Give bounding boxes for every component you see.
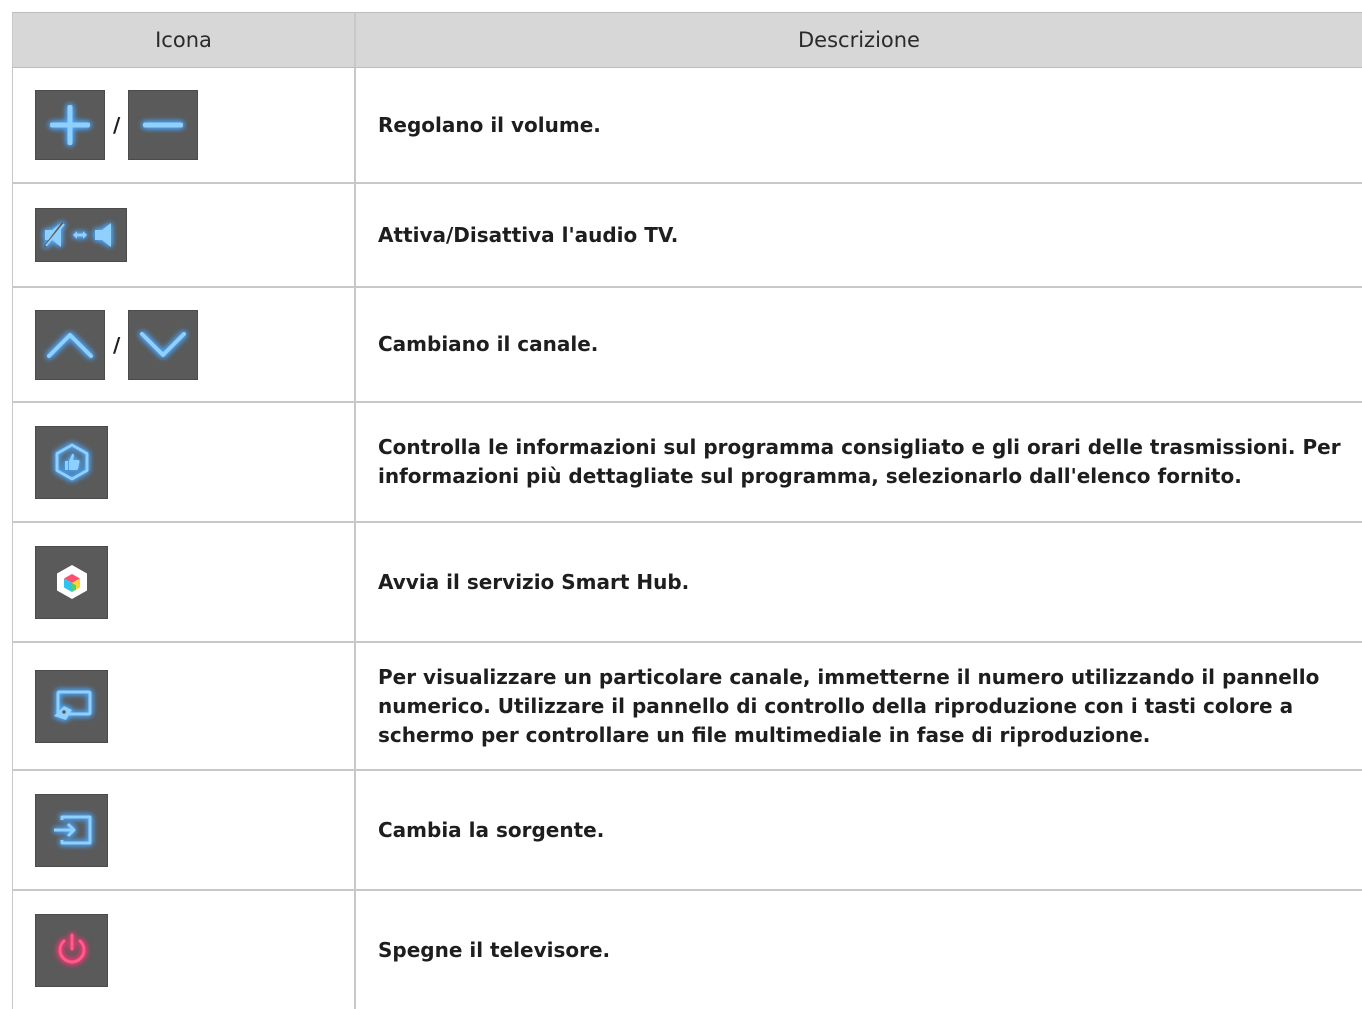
channel-up-button[interactable]	[35, 309, 105, 380]
icon-cell	[12, 403, 356, 521]
icon-cell	[12, 184, 356, 286]
volume-down-button[interactable]	[128, 90, 199, 160]
table-row: Spegne il televisore.	[12, 891, 1362, 1009]
plus-icon	[50, 105, 90, 145]
description-cell: Controlla le informazioni sul programma …	[378, 435, 1341, 488]
icon-cell: /	[12, 68, 356, 182]
chevron-up-icon	[47, 332, 93, 358]
numeric-panel-icon	[53, 690, 91, 720]
description-cell: Cambiano il canale.	[378, 332, 599, 356]
table-row: Cambia la sorgente.	[12, 771, 1362, 891]
description-cell: Cambia la sorgente.	[378, 817, 605, 842]
chevron-down-icon	[140, 331, 187, 357]
description-cell: Attiva/Disattiva l'audio TV.	[378, 222, 679, 247]
mute-button[interactable]	[35, 208, 127, 262]
description-cell: Avvia il servizio Smart Hub.	[378, 569, 690, 594]
table-row: Controlla le informazioni sul programma …	[12, 403, 1362, 523]
power-button[interactable]	[35, 913, 108, 987]
recommended-program-icon	[55, 443, 88, 481]
icon-cell	[12, 643, 356, 769]
recommended-button[interactable]	[35, 425, 108, 499]
icon-cell	[12, 771, 356, 889]
icon-description-table: Icona Descrizione / Regolano il volume.	[12, 12, 1362, 1009]
icon-cell	[12, 523, 356, 641]
header-description-column: Descrizione	[798, 28, 920, 52]
source-button[interactable]	[35, 793, 108, 867]
icon-separator: /	[113, 332, 121, 357]
table-row: / Cambiano il canale.	[12, 288, 1362, 403]
description-cell: Regolano il volume.	[378, 112, 601, 137]
table-row: Per visualizzare un particolare canale, …	[12, 643, 1362, 771]
icon-separator: /	[113, 113, 121, 137]
table-header: Icona Descrizione	[12, 12, 1362, 68]
description-cell: Spegne il televisore.	[378, 937, 611, 962]
icon-cell: /	[12, 288, 356, 401]
icon-cell	[12, 891, 356, 1009]
description-cell: Per visualizzare un particolare canale, …	[378, 664, 1320, 747]
table-row: Avvia il servizio Smart Hub.	[12, 523, 1362, 643]
table-row: / Regolano il volume.	[12, 68, 1362, 184]
smart-hub-icon	[56, 565, 87, 599]
table-row: Attiva/Disattiva l'audio TV.	[12, 184, 1362, 288]
numeric-panel-button[interactable]	[35, 669, 108, 743]
power-icon	[58, 933, 85, 964]
source-icon	[53, 815, 91, 845]
channel-down-button[interactable]	[128, 309, 199, 380]
minus-icon	[143, 122, 184, 128]
header-icon-column: Icona	[12, 13, 356, 67]
volume-up-button[interactable]	[35, 90, 105, 160]
mute-toggle-icon	[43, 222, 111, 248]
smart-hub-button[interactable]	[35, 545, 108, 619]
